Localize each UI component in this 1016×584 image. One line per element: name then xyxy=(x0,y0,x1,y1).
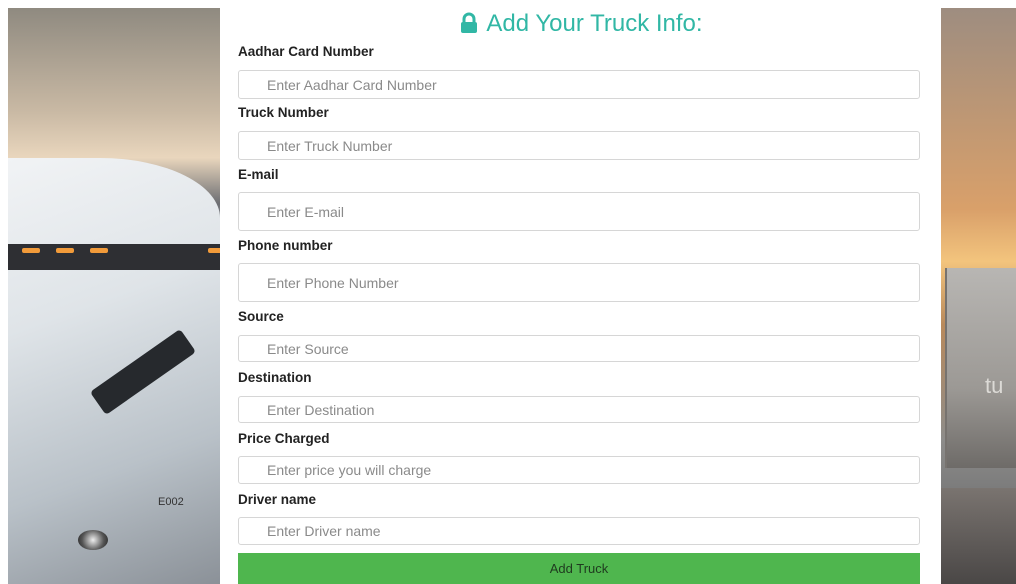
phone-input[interactable] xyxy=(239,273,919,292)
truck-headlight xyxy=(78,530,108,550)
label-truck-number: Truck Number xyxy=(238,105,329,120)
destination-input[interactable] xyxy=(239,400,919,419)
aadhar-field[interactable] xyxy=(238,70,920,99)
destination-field[interactable] xyxy=(238,396,920,423)
label-phone: Phone number xyxy=(238,238,333,253)
aadhar-input[interactable] xyxy=(239,75,919,94)
label-driver-name: Driver name xyxy=(238,492,317,507)
label-email: E-mail xyxy=(238,167,279,182)
email-input[interactable] xyxy=(239,202,919,221)
truck-number-input[interactable] xyxy=(239,136,919,155)
form-heading: Add Your Truck Info: xyxy=(220,10,941,41)
road xyxy=(941,488,1016,584)
label-destination: Destination xyxy=(238,370,312,385)
label-price: Price Charged xyxy=(238,431,330,446)
truck-background-image-left: E002 xyxy=(8,8,220,584)
truck-id-text: E002 xyxy=(158,496,184,508)
truck-background-image-right: tu xyxy=(941,8,1016,584)
trailer xyxy=(945,268,1016,468)
price-field[interactable] xyxy=(238,456,920,484)
email-field[interactable] xyxy=(238,192,920,231)
form-title: Add Your Truck Info: xyxy=(486,10,703,37)
truck-number-field[interactable] xyxy=(238,131,920,160)
truck-cab xyxy=(8,158,220,584)
truck-visor-band xyxy=(8,244,220,270)
driver-name-field[interactable] xyxy=(238,517,920,545)
price-input[interactable] xyxy=(239,461,919,479)
truck-info-form: Add Your Truck Info: Aadhar Card Number … xyxy=(220,0,941,584)
trailer-text: tu xyxy=(985,373,1004,398)
lock-icon xyxy=(458,12,480,41)
driver-name-input[interactable] xyxy=(239,522,919,540)
label-source: Source xyxy=(238,309,284,324)
add-truck-button[interactable]: Add Truck xyxy=(238,553,920,584)
source-input[interactable] xyxy=(239,339,919,358)
phone-field[interactable] xyxy=(238,263,920,302)
source-field[interactable] xyxy=(238,335,920,362)
label-aadhar: Aadhar Card Number xyxy=(238,44,374,59)
